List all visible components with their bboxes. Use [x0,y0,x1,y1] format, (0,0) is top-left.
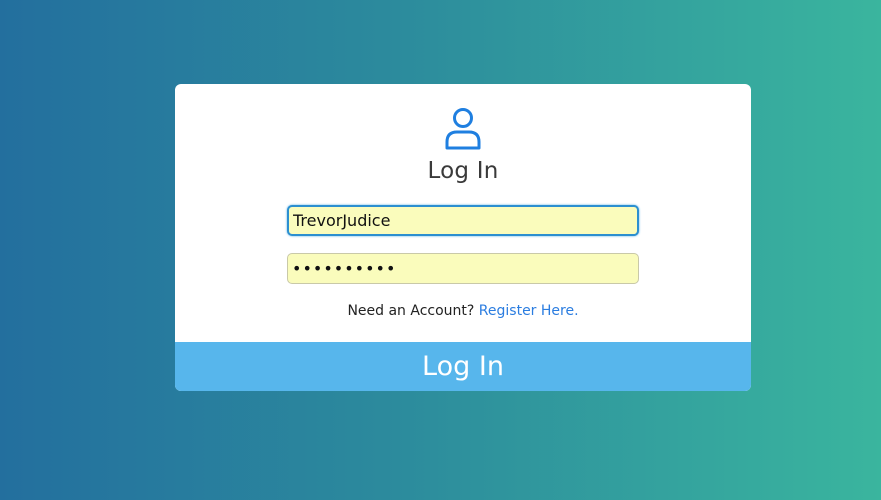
password-input[interactable] [287,253,639,284]
user-icon [445,108,481,150]
login-card: Log In Need an Account? Register Here. L… [175,84,751,391]
register-prompt-text: Need an Account? [347,303,475,319]
register-prompt-line: Need an Account? Register Here. [175,303,751,319]
register-link[interactable]: Register Here. [479,303,579,319]
page-title: Log In [427,158,499,184]
username-input[interactable] [287,205,639,236]
login-button[interactable]: Log In [175,342,751,391]
